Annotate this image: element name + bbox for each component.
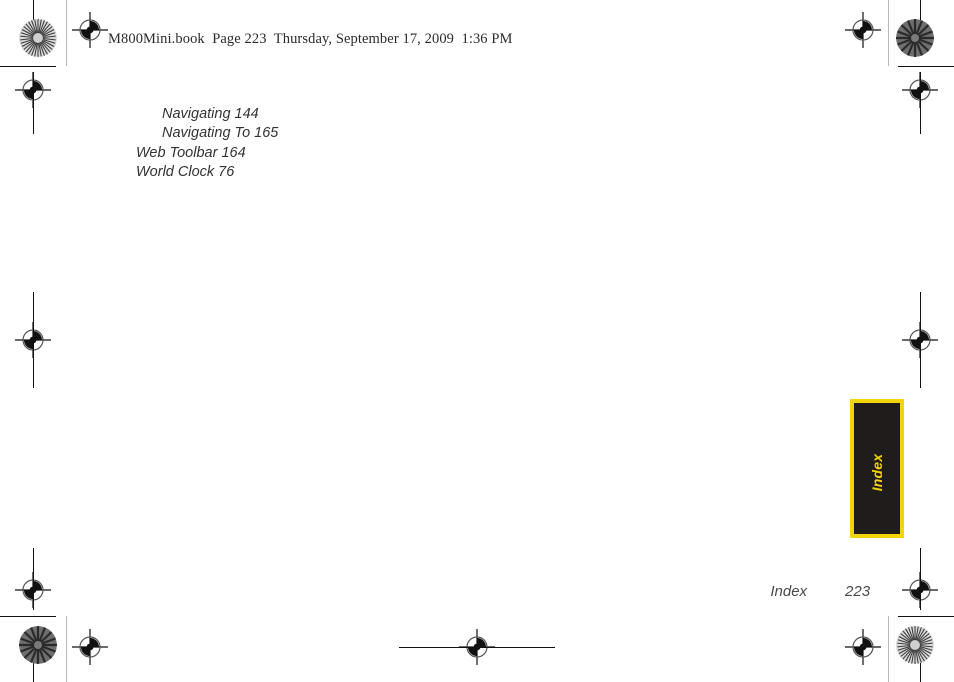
crop-line-left-mid <box>33 292 34 388</box>
index-entry[interactable]: World Clock 76 <box>136 163 556 182</box>
registration-target-icon <box>845 12 881 48</box>
crop-line-bottom-right-h <box>898 616 954 617</box>
index-entry[interactable]: Navigating 144 <box>136 105 556 124</box>
guide-line-bottom-left <box>66 616 67 682</box>
footer-section-label: Index <box>770 583 808 600</box>
star-target-icon <box>896 19 934 57</box>
crop-line-bottom-center-h <box>399 647 555 648</box>
section-tab-index: Index <box>850 399 904 538</box>
crop-line-left-upper <box>33 72 34 134</box>
footer-page-number: 223 <box>845 583 871 600</box>
star-target-icon <box>19 19 57 57</box>
crop-line-right-lower <box>920 548 921 610</box>
crop-line-right-mid <box>920 292 921 388</box>
star-target-icon <box>19 626 57 664</box>
section-tab-label: Index <box>869 453 885 492</box>
crop-line-top-left-h <box>0 66 56 67</box>
guide-line-left <box>66 0 67 66</box>
crop-line-right-upper <box>920 72 921 134</box>
registration-target-icon <box>72 12 108 48</box>
index-entry[interactable]: Navigating To 165 <box>136 124 556 143</box>
crop-line-bottom-left-h <box>0 616 56 617</box>
star-target-icon <box>896 626 934 664</box>
registration-target-icon <box>845 629 881 665</box>
index-entry[interactable]: Web Toolbar 164 <box>136 144 556 163</box>
registration-target-icon <box>72 629 108 665</box>
crop-line-top-right-h <box>898 66 954 67</box>
guide-line-bottom-right <box>888 616 889 682</box>
page-footer: Index 223 <box>762 566 870 600</box>
crop-line-left-lower <box>33 548 34 610</box>
document-header-line: M800Mini.book Page 223 Thursday, Septemb… <box>108 31 513 47</box>
guide-line-right <box>888 0 889 66</box>
index-entry-list: Navigating 144 Navigating To 165 Web Too… <box>136 105 556 182</box>
